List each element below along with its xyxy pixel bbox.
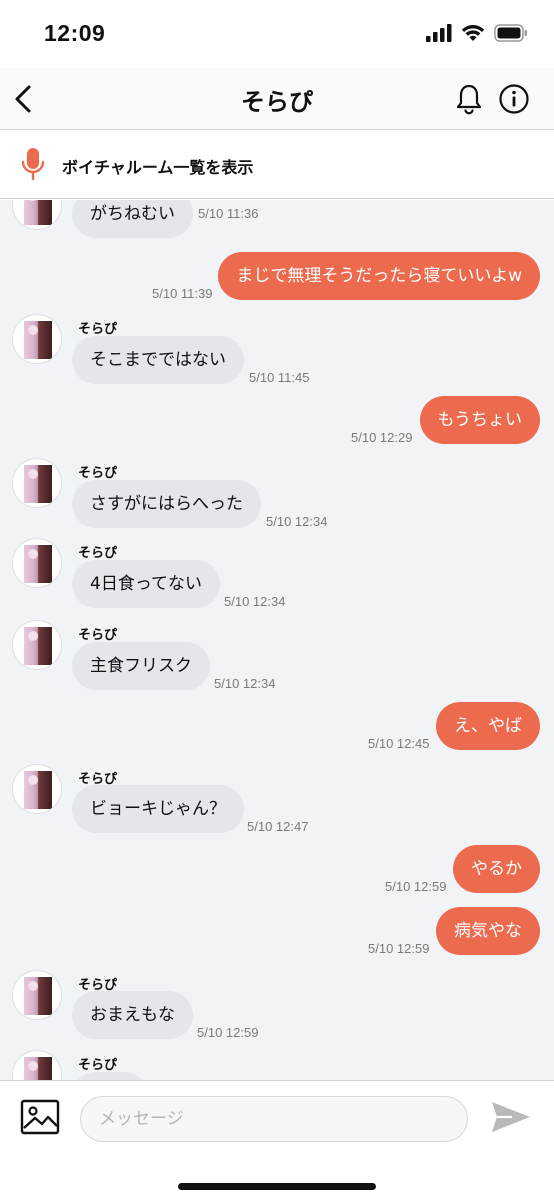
message-timestamp: 5/10 12:59 xyxy=(368,941,430,956)
message-bubble[interactable] xyxy=(72,1072,148,1080)
sender-name: そらぴ xyxy=(78,628,118,643)
avatar[interactable] xyxy=(12,458,62,508)
cellular-signal-icon xyxy=(426,24,452,42)
message-bubble[interactable]: そこまでではない xyxy=(72,336,244,384)
message-incoming: がちねむい 5/10 11:36 xyxy=(0,200,554,250)
battery-icon xyxy=(494,24,527,42)
sender-name: そらぴ xyxy=(78,466,118,481)
home-indicator xyxy=(178,1183,376,1190)
avatar-photo xyxy=(24,545,52,583)
send-button[interactable] xyxy=(490,1099,532,1135)
message-bubble-outgoing[interactable]: もうちょい xyxy=(419,396,540,444)
message-timestamp: 5/10 12:34 xyxy=(266,514,328,529)
message-timestamp: 5/10 11:39 xyxy=(152,286,213,301)
info-button[interactable] xyxy=(498,83,530,115)
attach-image-button[interactable] xyxy=(20,1099,60,1135)
avatar-photo xyxy=(24,465,52,503)
bell-icon xyxy=(456,84,482,115)
status-time: 12:09 xyxy=(44,20,106,46)
message-input[interactable] xyxy=(80,1096,468,1142)
message-timestamp: 5/10 12:45 xyxy=(368,736,430,751)
avatar-photo xyxy=(24,1057,52,1080)
sender-name: そらぴ xyxy=(78,322,118,337)
composer-bar xyxy=(0,1080,554,1200)
message-bubble[interactable]: 主食フリスク xyxy=(72,642,210,690)
status-bar: 12:09 xyxy=(0,0,554,68)
message-bubble-outgoing[interactable]: 病気やな xyxy=(436,907,540,955)
chat-area[interactable]: がちねむい 5/10 11:36 まじで無理そうだったら寝ていいよw 5/10 … xyxy=(0,200,554,1080)
status-icons xyxy=(426,24,528,42)
message-timestamp: 5/10 12:34 xyxy=(214,676,276,691)
avatar[interactable] xyxy=(12,764,62,814)
avatar-photo xyxy=(24,200,52,225)
avatar[interactable] xyxy=(12,1050,62,1080)
send-icon xyxy=(492,1102,530,1132)
message-bubble-outgoing[interactable]: やるか xyxy=(453,845,540,893)
avatar-photo xyxy=(24,771,52,809)
avatar-photo xyxy=(24,627,52,665)
sender-name: そらぴ xyxy=(78,1058,118,1073)
message-bubble-outgoing[interactable]: まじで無理そうだったら寝ていいよw xyxy=(218,252,540,300)
message-bubble[interactable]: がちねむい xyxy=(72,200,193,238)
message-bubble[interactable]: さすがにはらへった xyxy=(72,480,261,528)
sender-name: そらぴ xyxy=(78,546,118,561)
image-icon xyxy=(20,1099,60,1135)
message-bubble[interactable]: おまえもな xyxy=(72,991,193,1039)
message-bubble[interactable]: 4日食ってない xyxy=(72,560,220,608)
message-timestamp: 5/10 12:59 xyxy=(197,1025,259,1040)
avatar[interactable] xyxy=(12,200,62,230)
avatar[interactable] xyxy=(12,314,62,364)
message-timestamp: 5/10 11:45 xyxy=(249,370,310,385)
info-icon xyxy=(499,84,529,114)
avatar[interactable] xyxy=(12,620,62,670)
avatar[interactable] xyxy=(12,970,62,1020)
message-timestamp: 5/10 12:34 xyxy=(224,594,286,609)
message-timestamp: 5/10 12:47 xyxy=(247,819,309,834)
voice-room-banner[interactable]: ボイチャルーム一覧を表示 xyxy=(0,131,554,199)
nav-bar: そらぴ xyxy=(0,68,554,130)
message-bubble[interactable]: ビョーキじゃん？ xyxy=(72,785,244,833)
wifi-icon xyxy=(461,25,485,41)
avatar-photo xyxy=(24,977,52,1015)
message-timestamp: 5/10 12:29 xyxy=(351,430,413,445)
microphone-icon xyxy=(21,148,45,180)
voice-room-label: ボイチャルーム一覧を表示 xyxy=(62,158,254,177)
avatar-photo xyxy=(24,321,52,359)
message-timestamp: 5/10 12:59 xyxy=(385,879,447,894)
message-bubble-outgoing[interactable]: え、やば xyxy=(436,702,540,750)
avatar[interactable] xyxy=(12,538,62,588)
message-timestamp: 5/10 11:36 xyxy=(198,206,259,221)
notification-button[interactable] xyxy=(454,83,484,115)
